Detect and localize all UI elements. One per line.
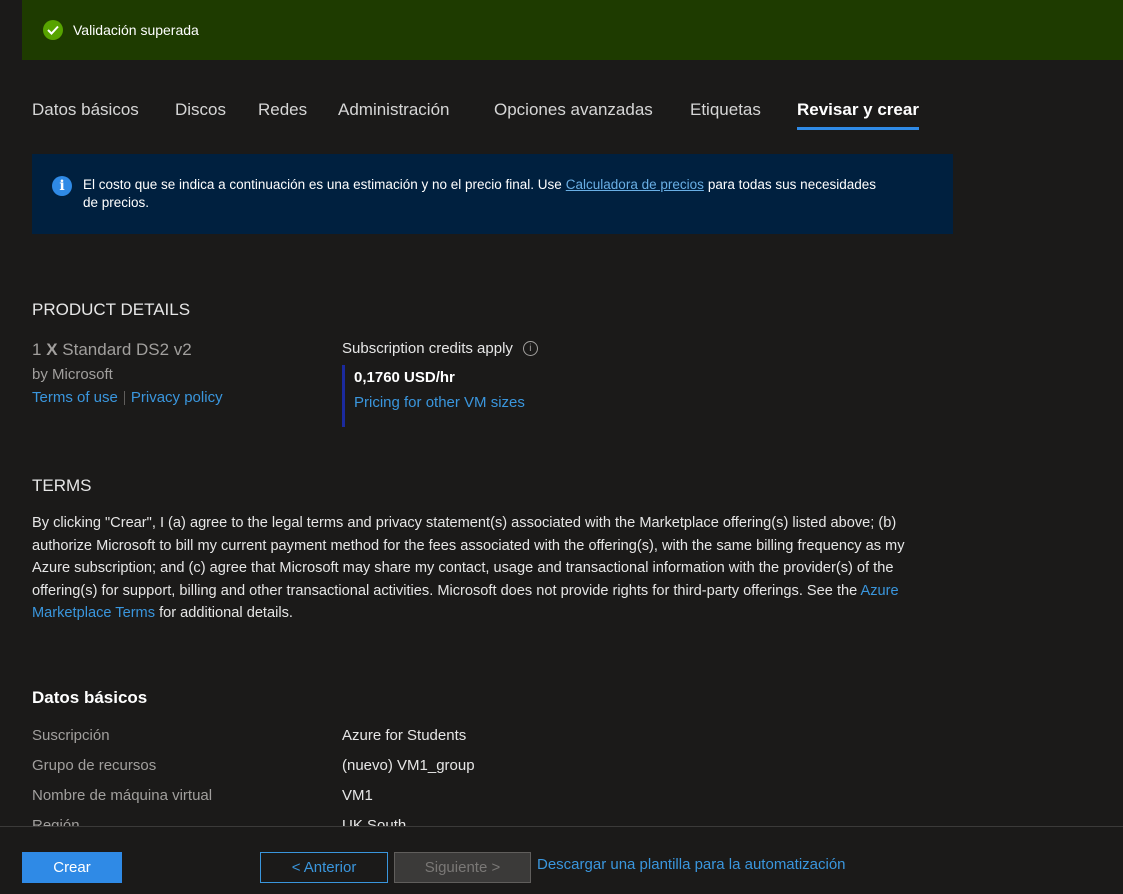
price-value: 0,1760 USD/hr	[354, 369, 455, 386]
footer-bar: Crear < Anterior Siguiente > Descargar u…	[0, 826, 1123, 894]
validation-banner: Validación superada	[22, 0, 1123, 60]
product-summary: 1 X Standard DS2 v2 by Microsoft Terms o…	[32, 340, 223, 406]
tab-opciones-avanzadas[interactable]: Opciones avanzadas	[494, 96, 653, 130]
validation-text: Validación superada	[73, 22, 199, 38]
cost-info-text: El costo que se indica a continuación es…	[83, 177, 876, 210]
tab-discos[interactable]: Discos	[175, 96, 226, 130]
tab-redes[interactable]: Redes	[258, 96, 307, 130]
info-icon: i	[52, 176, 72, 196]
tab-datos-basicos[interactable]: Datos básicos	[32, 96, 139, 130]
privacy-policy-link[interactable]: Privacy policy	[131, 389, 223, 406]
previous-button[interactable]: < Anterior	[260, 852, 388, 883]
next-button[interactable]: Siguiente >	[394, 852, 531, 883]
tab-revisar-y-crear[interactable]: Revisar y crear	[797, 96, 919, 130]
cost-info-banner: i El costo que se indica a continuación …	[32, 154, 953, 234]
pricing-other-sizes-link[interactable]: Pricing for other VM sizes	[354, 394, 538, 411]
terms-heading: TERMS	[32, 476, 92, 495]
product-title: 1 X Standard DS2 v2	[32, 340, 192, 359]
terms-of-use-link[interactable]: Terms of use	[32, 389, 118, 406]
info-circle-icon[interactable]: i	[522, 341, 538, 356]
check-circle-icon	[43, 20, 63, 40]
basics-heading: Datos básicos	[32, 688, 148, 707]
terms-text: By clicking "Crear", I (a) agree to the …	[32, 515, 905, 622]
product-details-heading: PRODUCT DETAILS	[32, 300, 191, 319]
pricing-summary: Subscription credits apply i 0,1760 USD/…	[342, 340, 538, 427]
divider	[123, 391, 125, 406]
credits-label: Subscription credits apply	[342, 340, 513, 357]
price-box: 0,1760 USD/hr Pricing for other VM sizes	[342, 365, 538, 427]
tab-etiquetas[interactable]: Etiquetas	[690, 96, 761, 130]
pricing-calculator-link[interactable]: Calculadora de precios	[566, 177, 704, 192]
publisher: by Microsoft	[32, 366, 113, 383]
download-template-link[interactable]: Descargar una plantilla para la automati…	[537, 856, 846, 873]
create-button[interactable]: Crear	[22, 852, 122, 883]
tab-administracion[interactable]: Administración	[338, 96, 450, 130]
